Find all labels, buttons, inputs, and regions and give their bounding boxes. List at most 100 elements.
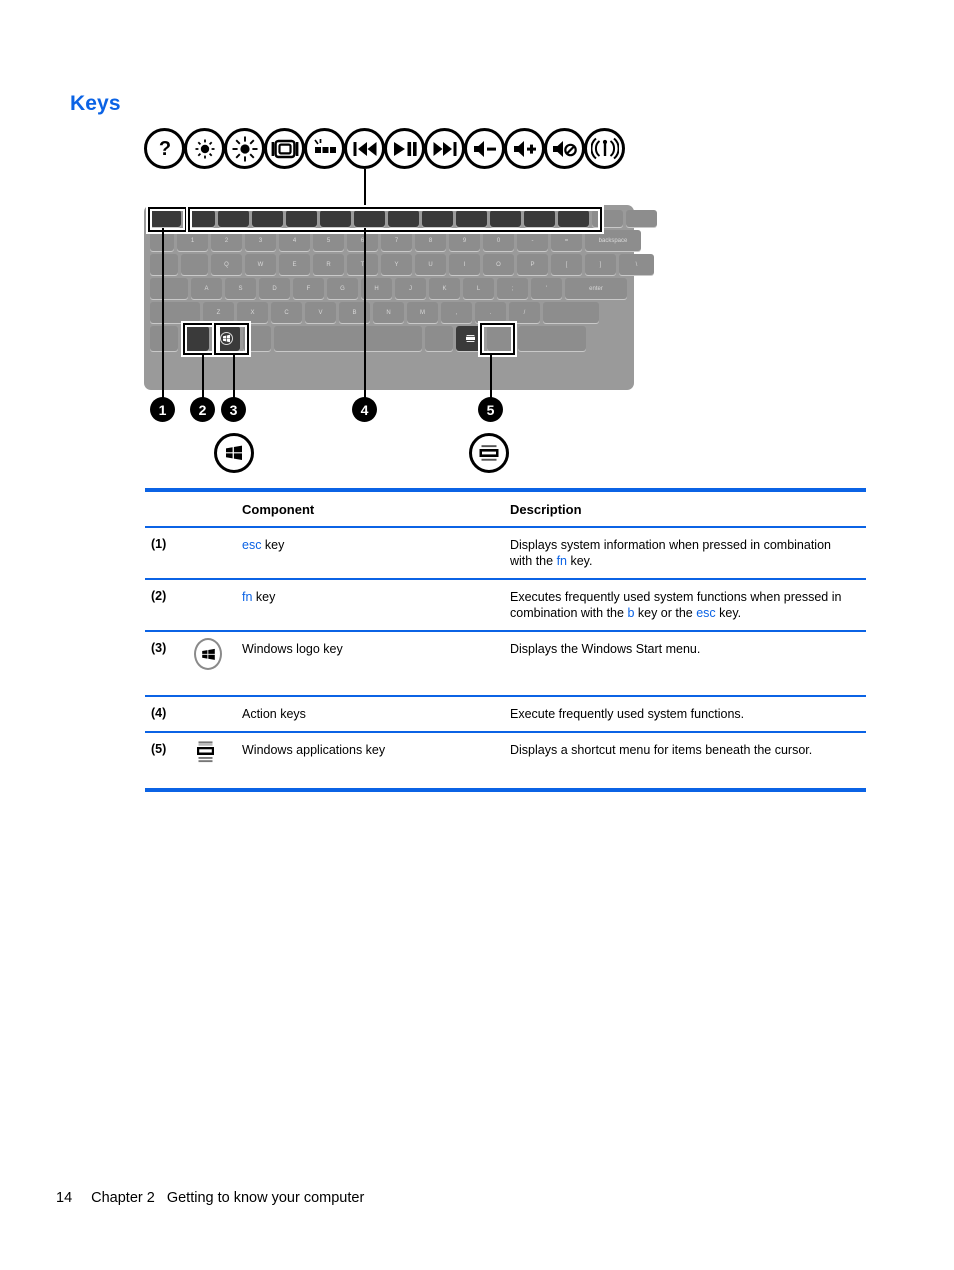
windows-applications-key-detail-icon	[469, 433, 509, 473]
row-description: Execute frequently used system functions…	[510, 697, 866, 731]
desc-part: key.	[567, 554, 593, 568]
row-component-name: esc key	[242, 528, 510, 562]
header-spacer-icon	[180, 492, 242, 511]
key-q: Q	[211, 254, 242, 275]
callout-line-1	[162, 228, 164, 398]
key-equals: =	[551, 230, 582, 251]
key-1: 1	[177, 230, 208, 251]
key-e: E	[279, 254, 310, 275]
row-number: (3)	[151, 641, 167, 655]
key-k: K	[429, 278, 460, 299]
key-space	[274, 326, 422, 351]
callout-2: 2	[190, 397, 215, 422]
desc-part: Execute frequently used system functions…	[510, 707, 745, 721]
volume-down-icon	[464, 128, 505, 169]
page-footer: 14 Chapter 2 Getting to know your computer	[56, 1190, 364, 1206]
key-backspace: backspace	[585, 230, 641, 251]
key-g: G	[327, 278, 358, 299]
row-icon-cell	[180, 697, 242, 709]
keyboard-backlight-icon	[304, 128, 345, 169]
brightness-down-icon	[184, 128, 225, 169]
key-n: N	[373, 302, 404, 323]
key-5: 5	[313, 230, 344, 251]
brightness-up-icon	[224, 128, 265, 169]
row-component-name: Windows applications key	[242, 733, 510, 767]
next-track-icon	[424, 128, 465, 169]
keyboard-number-row: 1 2 3 4 5 6 7 8 9 0 - = backspace	[150, 230, 641, 251]
key-delete	[626, 210, 657, 227]
keyboard-keys-diagram: ? 1 2 3 4 5 6 7 8 9 0 - = backspace Q W …	[140, 128, 660, 483]
table-row: (2) fn key Executes frequently used syst…	[145, 580, 866, 630]
row-number: (2)	[151, 589, 167, 603]
key-tab	[150, 254, 178, 275]
key-j: J	[395, 278, 426, 299]
header-description: Description	[510, 502, 582, 517]
key-shift-left	[150, 302, 200, 323]
highlight-esc-key	[148, 207, 187, 232]
component-name-rest: Windows logo key	[242, 642, 343, 656]
header-component: Component	[242, 502, 315, 517]
page-title: Keys	[70, 92, 121, 115]
table-row: (4) Action keys Execute frequently used …	[145, 697, 866, 731]
action-key-icon-strip: ?	[144, 128, 625, 169]
key-z: Z	[203, 302, 234, 323]
component-name-rest: Windows applications key	[242, 743, 386, 757]
desc-part: key or the	[634, 606, 697, 620]
key-arrow-cluster	[518, 326, 586, 351]
keyboard-illustration: 1 2 3 4 5 6 7 8 9 0 - = backspace Q W E …	[144, 205, 657, 390]
key-x: X	[237, 302, 268, 323]
row-number: (5)	[151, 742, 167, 756]
row-icon-cell	[180, 580, 242, 592]
key-3: 3	[245, 230, 276, 251]
wireless-icon	[584, 128, 625, 169]
table-header-row: Component Description	[145, 492, 866, 526]
volume-up-icon	[504, 128, 545, 169]
callout-line-2	[202, 355, 204, 398]
desc-part: Displays a shortcut menu for items benea…	[510, 743, 813, 757]
key-0: 0	[483, 230, 514, 251]
keyboard-qwerty-row: Q W E R T Y U I O P [ ] \	[150, 254, 654, 275]
key-enter: enter	[565, 278, 627, 299]
callout-line-3	[233, 355, 235, 398]
row-number: (4)	[151, 706, 167, 720]
key-bracket-left: [	[551, 254, 582, 275]
row-icon-cell	[180, 632, 242, 676]
footer-chapter-title: Getting to know your computer	[166, 1190, 365, 1206]
row-component-name: Windows logo key	[242, 632, 510, 666]
key-r: R	[313, 254, 344, 275]
key-bracket-right: ]	[585, 254, 616, 275]
callout-line-5	[490, 355, 492, 398]
row-description: Displays system information when pressed…	[510, 528, 866, 578]
key-m: M	[407, 302, 438, 323]
key-comma: ,	[441, 302, 472, 323]
desc-part-keyword: fn	[556, 554, 567, 568]
callout-4: 4	[352, 397, 377, 422]
key-p: P	[517, 254, 548, 275]
table-row: (5) Windows applications key Displays a …	[145, 733, 866, 788]
component-name-rest: key	[261, 538, 285, 552]
callout-line-4	[364, 228, 366, 398]
desc-part: key.	[715, 606, 742, 620]
key-7: 7	[381, 230, 412, 251]
key-q-lead	[181, 254, 208, 275]
row-icon-cell	[180, 528, 242, 540]
key-u: U	[415, 254, 446, 275]
callout-3: 3	[221, 397, 246, 422]
table-row: (1) esc key Displays system information …	[145, 528, 866, 578]
callout-1: 1	[150, 397, 175, 422]
highlight-applications-key	[480, 323, 515, 355]
component-name-keyword: fn	[242, 590, 253, 604]
key-d: D	[259, 278, 290, 299]
key-8: 8	[415, 230, 446, 251]
key-quote: '	[531, 278, 562, 299]
key-period: .	[475, 302, 506, 323]
header-spacer-num	[145, 492, 180, 511]
key-slash: /	[509, 302, 540, 323]
leader-line-action-keys	[364, 169, 366, 207]
key-y: Y	[381, 254, 412, 275]
desc-part-keyword: esc	[696, 606, 716, 620]
key-shift-right	[543, 302, 599, 323]
windows-logo-icon	[194, 638, 222, 670]
row-number: (1)	[151, 537, 167, 551]
row-component-name: Action keys	[242, 697, 510, 731]
